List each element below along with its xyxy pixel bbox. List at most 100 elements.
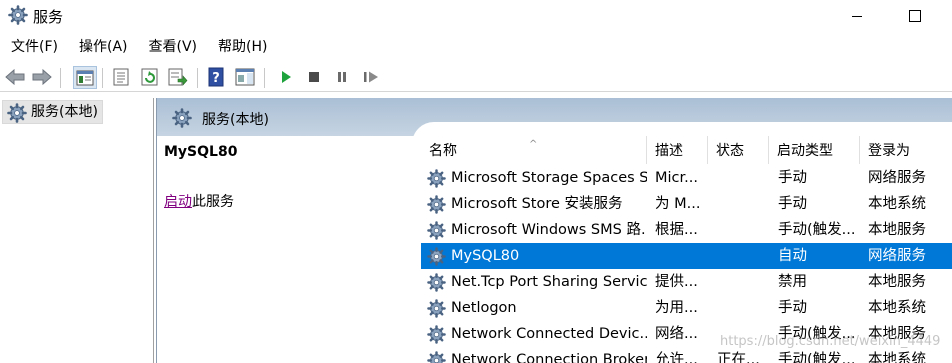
table-row[interactable]: Network Connected Devic... 网络... 手动(触发... 本…	[421, 321, 952, 347]
properties-button[interactable]	[111, 67, 131, 87]
column-header-startup-type[interactable]: 启动类型	[769, 136, 860, 164]
gear-icon	[172, 108, 192, 128]
service-logon-cell: 本地服务	[868, 222, 926, 238]
pane-header-title: 服务(本地)	[202, 112, 269, 128]
table-row[interactable]: Microsoft Storage Spaces S... Micr... 手动 网络…	[421, 165, 952, 191]
svg-text:?: ?	[212, 71, 220, 86]
selected-service-name: MySQL80	[164, 144, 238, 160]
service-description-cell: 根据...	[655, 222, 698, 238]
table-row[interactable]: Net.Tcp Port Sharing Service 提供... 禁用 本地服务	[421, 269, 952, 295]
service-status-cell	[717, 191, 769, 217]
window-title: 服务	[33, 8, 64, 26]
service-startup-type-cell: 手动	[778, 170, 807, 186]
forward-arrow-icon	[32, 69, 52, 85]
export-list-button[interactable]	[168, 67, 188, 87]
maximize-icon	[909, 9, 921, 22]
menu-view[interactable]: 查看(V)	[138, 35, 208, 59]
help-icon: ?	[208, 67, 224, 87]
column-header-label: 名称	[429, 143, 457, 159]
service-startup-type-cell: 手动	[778, 300, 807, 316]
action-pane-button[interactable]	[235, 67, 255, 87]
export-list-icon	[168, 68, 188, 86]
service-name-cell: MySQL80	[451, 248, 520, 264]
service-status-cell	[717, 165, 769, 191]
restart-service-icon	[364, 71, 378, 83]
service-startup-type-cell: 手动(触发...	[778, 326, 856, 342]
pause-service-button[interactable]	[332, 67, 352, 87]
maximize-button[interactable]	[892, 0, 938, 31]
service-logon-cell: 本地系统	[868, 196, 926, 212]
console-tree-icon	[76, 70, 94, 85]
service-action: 启动此服务	[164, 191, 234, 211]
sort-ascending-icon: ^	[529, 139, 538, 150]
gear-icon	[427, 299, 446, 318]
service-logon-cell: 本地系统	[868, 300, 926, 316]
back-button[interactable]	[5, 67, 25, 87]
gear-icon	[427, 351, 446, 363]
properties-icon	[113, 68, 129, 86]
start-service-link[interactable]: 启动	[164, 194, 192, 210]
column-header-label: 描述	[655, 143, 683, 159]
gear-icon	[427, 273, 446, 292]
service-status-cell	[717, 217, 769, 243]
column-header-label: 状态	[716, 143, 744, 159]
menu-bar: 文件(F) 操作(A) 查看(V) 帮助(H)	[0, 35, 277, 59]
restart-service-button[interactable]	[361, 67, 381, 87]
column-header-status[interactable]: 状态	[708, 136, 769, 164]
service-status-cell	[717, 295, 769, 321]
service-description-cell	[655, 243, 707, 269]
start-service-button[interactable]	[276, 67, 296, 87]
service-status-cell	[717, 243, 769, 269]
help-button[interactable]: ?	[206, 67, 226, 87]
menu-action[interactable]: 操作(A)	[68, 35, 138, 59]
stop-service-icon	[309, 72, 319, 82]
console-tree-button[interactable]	[73, 66, 97, 89]
refresh-icon	[141, 68, 158, 86]
table-row[interactable]: Microsoft Windows SMS 路... 根据... 手动(触发... 本…	[421, 217, 952, 243]
column-header-label: 登录为	[868, 143, 910, 159]
pause-service-icon	[338, 72, 346, 82]
toolbar-separator	[197, 68, 198, 88]
service-logon-cell: 本地系统	[868, 352, 926, 363]
column-header-logon-as[interactable]: 登录为	[860, 136, 952, 164]
table-row[interactable]: Netlogon 为用... 手动 本地系统	[421, 295, 952, 321]
start-service-icon	[282, 71, 291, 83]
tree-item-services-local[interactable]: 服务(本地)	[2, 100, 103, 124]
service-name-cell: Microsoft Storage Spaces S...	[451, 170, 647, 186]
service-name-cell: Network Connection Broker	[451, 352, 647, 363]
service-description-cell: 提供...	[655, 274, 698, 290]
table-row[interactable]: Microsoft Store 安装服务 为 M... 手动 本地系统	[421, 191, 952, 217]
service-name-cell: Network Connected Devic...	[451, 326, 647, 342]
service-name-cell: Netlogon	[451, 300, 517, 316]
tree-item-label: 服务(本地)	[31, 104, 98, 120]
gear-icon	[427, 247, 446, 266]
console-tree: 服务(本地)	[0, 98, 154, 363]
service-description-cell: 允许...	[655, 352, 698, 363]
column-header-name[interactable]: ^ 名称	[421, 136, 647, 164]
gear-icon	[427, 195, 446, 214]
service-status-cell	[717, 321, 769, 347]
column-header-label: 启动类型	[777, 143, 833, 159]
table-row[interactable]: MySQL80 自动 网络服务	[421, 243, 952, 269]
forward-button[interactable]	[32, 67, 52, 87]
table-row[interactable]: Network Connection Broker 允许... 正在... 手动(触发…	[421, 347, 952, 363]
service-name-cell: Microsoft Windows SMS 路...	[451, 222, 647, 238]
column-header-description[interactable]: 描述	[647, 136, 708, 164]
service-startup-type-cell: 自动	[778, 248, 807, 264]
menu-help[interactable]: 帮助(H)	[207, 35, 277, 59]
gear-icon	[427, 325, 446, 344]
minimize-button[interactable]	[834, 0, 880, 31]
refresh-button[interactable]	[140, 67, 160, 87]
service-logon-cell: 本地服务	[868, 274, 926, 290]
service-startup-type-cell: 手动(触发...	[778, 352, 856, 363]
toolbar-separator	[264, 68, 265, 88]
service-startup-type-cell: 手动(触发...	[778, 222, 856, 238]
menu-file[interactable]: 文件(F)	[0, 35, 68, 59]
stop-service-button[interactable]	[304, 67, 324, 87]
back-arrow-icon	[5, 69, 25, 85]
service-status-cell: 正在...	[717, 352, 760, 363]
minimize-icon	[852, 16, 862, 17]
gear-icon	[7, 103, 27, 123]
gear-icon	[427, 221, 446, 240]
gear-icon	[427, 169, 446, 188]
